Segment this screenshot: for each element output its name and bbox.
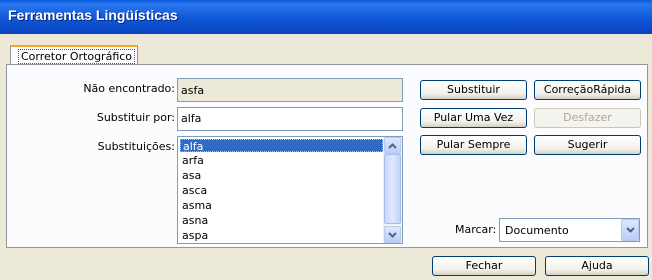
- undo-button[interactable]: Desfazer: [534, 108, 641, 128]
- suggestions-label: Substituições:: [97, 140, 175, 153]
- skip-always-button[interactable]: Pular Sempre: [420, 135, 527, 155]
- replace-button[interactable]: Substituir: [420, 80, 527, 100]
- list-item[interactable]: arfa: [180, 154, 383, 167]
- autocorrect-button[interactable]: CorreçãoRápida: [534, 80, 641, 100]
- list-item[interactable]: asca: [180, 184, 383, 197]
- list-item[interactable]: asa: [180, 169, 383, 182]
- window-title: Ferramentas Lingüísticas: [8, 7, 178, 23]
- chevron-up-icon: [388, 142, 397, 149]
- replace-with-label: Substituir por:: [96, 111, 175, 124]
- list-item[interactable]: asma: [180, 199, 383, 212]
- replace-with-input[interactable]: [177, 107, 403, 131]
- suggestions-list[interactable]: alfa arfa asa asca asma asna aspa: [177, 136, 403, 244]
- not-found-label: Não encontrado:: [83, 82, 175, 95]
- scrollbar-thumb[interactable]: [384, 154, 401, 224]
- chevron-down-icon: [388, 231, 397, 238]
- mark-label: Marcar:: [455, 223, 497, 236]
- help-button[interactable]: Ajuda: [545, 256, 649, 276]
- list-item[interactable]: aspa: [180, 229, 383, 242]
- not-found-field: [177, 78, 403, 102]
- list-item[interactable]: asna: [180, 214, 383, 227]
- skip-once-button[interactable]: Pular Uma Vez: [420, 108, 527, 128]
- scroll-down-button[interactable]: [384, 226, 401, 243]
- suggest-button[interactable]: Sugerir: [534, 135, 641, 155]
- close-button[interactable]: Fechar: [432, 256, 536, 276]
- mark-value: Documento: [505, 224, 569, 237]
- not-found-value: asfa: [181, 84, 205, 97]
- mark-dropdown-button[interactable]: [621, 219, 639, 241]
- replace-with-value: alfa: [181, 112, 202, 125]
- chevron-down-icon: [625, 227, 635, 233]
- list-item[interactable]: alfa: [180, 139, 383, 153]
- tab-label: Corretor Ortográfico: [18, 49, 136, 64]
- scroll-up-button[interactable]: [384, 137, 401, 154]
